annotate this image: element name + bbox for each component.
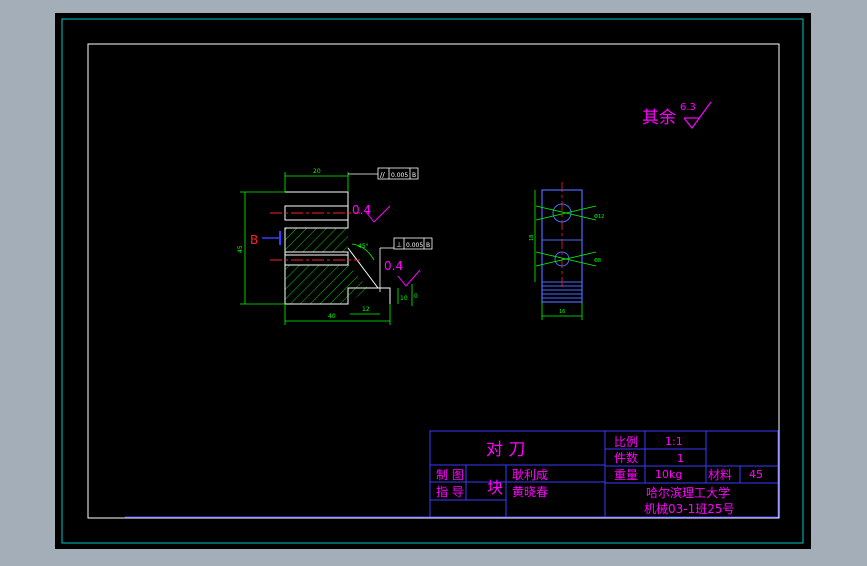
drawn-label: 制 图: [436, 468, 464, 482]
side-view-dim-width: 16: [559, 309, 565, 315]
material-value: 45: [749, 468, 763, 481]
side-view-dim-height: 18: [529, 235, 535, 241]
school-name: 哈尔滨理工大学: [646, 485, 730, 500]
part-name: 对 刀: [486, 440, 525, 460]
side-view-hole-label-1: Φ12: [594, 214, 604, 220]
tolerance-1-symbol: //: [380, 171, 385, 179]
tolerance-2-symbol: ⊥: [396, 241, 402, 249]
qty-label: 件数: [614, 450, 638, 465]
cad-drawing: 其余 6.3 20 45 40 12 10 0 45° B 0.4 0.4 //…: [55, 13, 811, 549]
scale-label: 比例: [614, 435, 638, 449]
front-view-hatch: [285, 228, 348, 252]
dim-bottom-label: 40: [328, 313, 336, 320]
weight-label: 重量: [614, 468, 638, 482]
class-name: 机械03-1班25号: [644, 501, 735, 516]
roughness-mark-2: 0.4: [384, 259, 403, 273]
checked-name: 黄晓春: [512, 485, 548, 499]
front-view-hatch-lower: [285, 264, 348, 304]
drawing-stage: 其余 6.3 20 45 40 12 10 0 45° B 0.4 0.4 //…: [0, 0, 867, 562]
dim-top-label: 20: [313, 168, 321, 175]
datum-letter: B: [250, 233, 258, 247]
tolerance-1-datum: B: [412, 172, 416, 179]
tolerance-1-value: 0.005: [391, 172, 408, 179]
dim-right-ext-mark: 0: [414, 293, 418, 300]
angle-label: 45°: [358, 243, 369, 250]
qty-value: 1: [677, 452, 684, 465]
block-label: 块: [487, 478, 503, 497]
side-view-hole-label-2: Φ8: [594, 258, 601, 264]
weight-value: 10kg: [655, 468, 682, 481]
roughness-note-value: 6.3: [680, 102, 696, 113]
roughness-note-label: 其余: [642, 108, 676, 128]
dim-height-label: 45: [237, 245, 244, 253]
drawn-name: 耿利成: [512, 468, 548, 482]
drawing-sheet: [55, 13, 811, 549]
checked-label: 指 导: [436, 484, 464, 499]
dim-bottom-small-label: 12: [362, 306, 370, 313]
scale-value: 1:1: [665, 435, 683, 448]
tolerance-2-value: 0.005: [406, 242, 423, 249]
dim-right-label: 10: [400, 295, 408, 302]
tolerance-2-datum: B: [426, 242, 430, 249]
material-label: 材料: [708, 468, 732, 482]
